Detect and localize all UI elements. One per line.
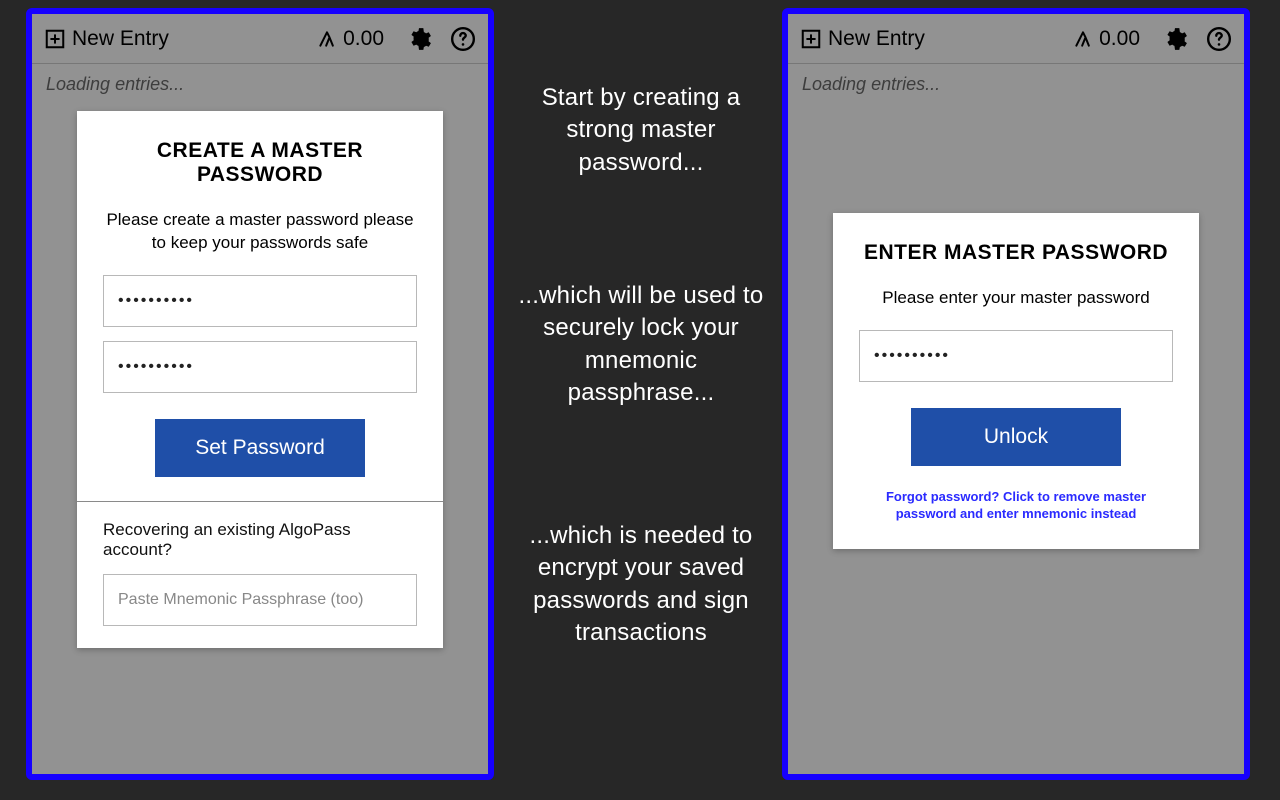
device-frame-enter: New Entry 0.00 Loading entries... ENTER … bbox=[782, 8, 1250, 780]
card-title: ENTER MASTER PASSWORD bbox=[859, 241, 1173, 265]
balance-display: 0.00 bbox=[317, 27, 384, 51]
gear-icon[interactable] bbox=[1162, 26, 1188, 52]
loading-status: Loading entries... bbox=[788, 64, 1244, 105]
top-bar: New Entry 0.00 bbox=[788, 14, 1244, 64]
top-bar: New Entry 0.00 bbox=[32, 14, 488, 64]
plus-box-icon bbox=[800, 28, 822, 50]
annotation-2: ...which will be used to securely lock y… bbox=[510, 280, 772, 410]
algorand-icon bbox=[317, 29, 337, 49]
master-password-field[interactable] bbox=[859, 330, 1173, 382]
enter-password-card: ENTER MASTER PASSWORD Please enter your … bbox=[833, 213, 1199, 549]
divider bbox=[77, 501, 443, 502]
help-icon[interactable] bbox=[450, 26, 476, 52]
balance-value: 0.00 bbox=[343, 27, 384, 51]
mnemonic-input[interactable] bbox=[103, 574, 417, 626]
recover-label: Recovering an existing AlgoPass account? bbox=[103, 520, 417, 560]
confirm-password-field[interactable] bbox=[103, 341, 417, 393]
device-frame-create: New Entry 0.00 Loading entries... CREATE… bbox=[26, 8, 494, 780]
forgot-password-link[interactable]: Forgot password? Click to remove master … bbox=[859, 488, 1173, 523]
gear-icon[interactable] bbox=[406, 26, 432, 52]
card-subtitle: Please create a master password please t… bbox=[103, 209, 417, 255]
forgot-link-text[interactable]: Forgot password? Click to remove master … bbox=[886, 489, 1146, 522]
balance-display: 0.00 bbox=[1073, 27, 1140, 51]
new-entry-button[interactable]: New Entry bbox=[44, 27, 169, 51]
create-password-card: CREATE A MASTER PASSWORD Please create a… bbox=[77, 111, 443, 648]
balance-value: 0.00 bbox=[1099, 27, 1140, 51]
loading-status: Loading entries... bbox=[32, 64, 488, 105]
unlock-button[interactable]: Unlock bbox=[911, 408, 1121, 466]
algorand-icon bbox=[1073, 29, 1093, 49]
plus-box-icon bbox=[44, 28, 66, 50]
annotation-1: Start by creating a strong master passwo… bbox=[510, 82, 772, 179]
master-password-field[interactable] bbox=[103, 275, 417, 327]
new-entry-button[interactable]: New Entry bbox=[800, 27, 925, 51]
set-password-button[interactable]: Set Password bbox=[155, 419, 365, 477]
card-subtitle: Please enter your master password bbox=[859, 287, 1173, 310]
help-icon[interactable] bbox=[1206, 26, 1232, 52]
annotation-3: ...which is needed to encrypt your saved… bbox=[510, 520, 772, 650]
new-entry-label: New Entry bbox=[72, 27, 169, 51]
new-entry-label: New Entry bbox=[828, 27, 925, 51]
card-title: CREATE A MASTER PASSWORD bbox=[103, 139, 417, 187]
